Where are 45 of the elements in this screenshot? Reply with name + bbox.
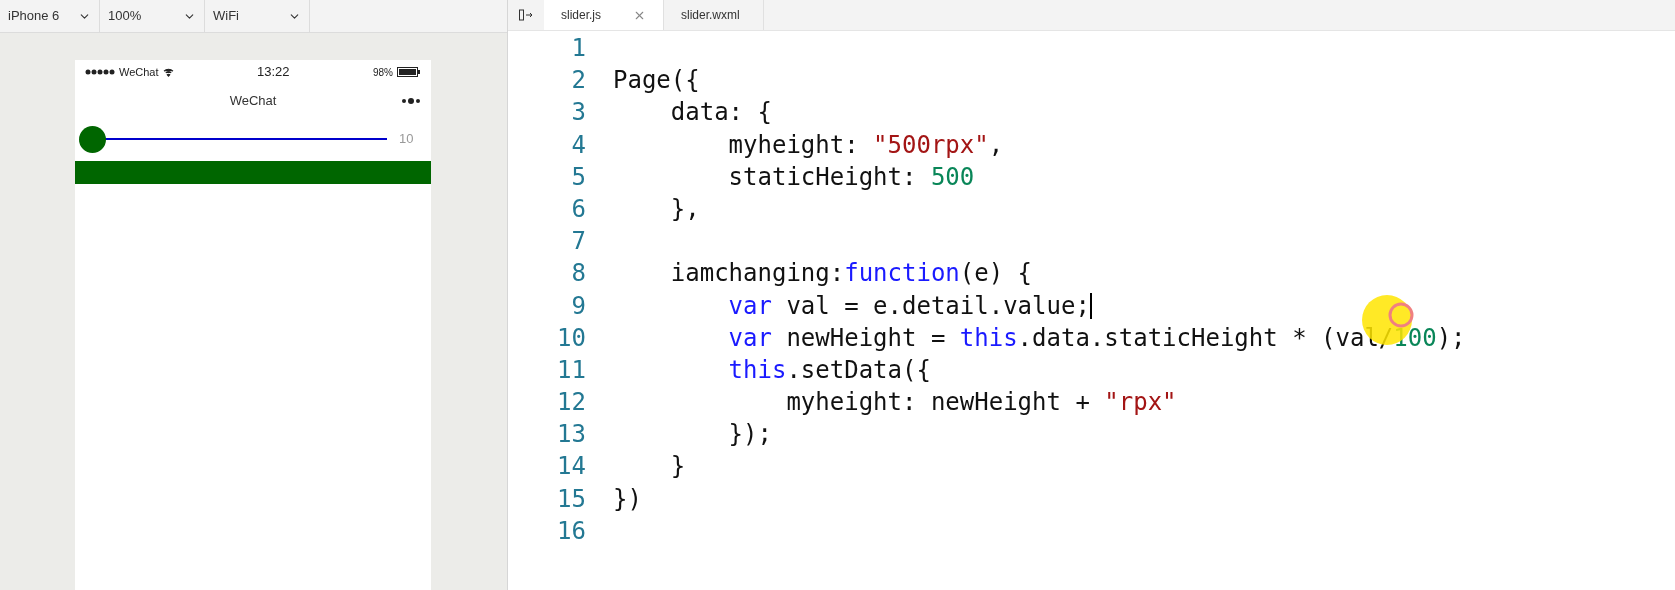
signal-dots-icon [85,69,115,75]
line-number: 8 [570,258,586,290]
dropdown[interactable]: 100% [100,0,205,32]
line-number: 11 [556,354,586,386]
text-caret [1089,292,1092,319]
code-line: myheight: "500rpx", [727,129,1004,161]
code-line: iamchanging:function(e) { [669,258,1033,290]
status-time: 13:22 [257,63,290,82]
code-line: staticHeight: 500 [727,161,975,193]
code-line: var val = e.detail.value; [727,290,1090,322]
code-line: myheight: newHeight + "rpx" [785,387,1177,419]
line-number: 14 [556,451,586,483]
code-line: Page({ [613,65,700,97]
line-number: 2 [570,65,586,97]
carrier-label: WeChat [119,64,159,80]
line-number: 1 [570,33,586,64]
line-number: 6 [570,193,586,225]
slider-thumb[interactable] [79,125,106,153]
dropdown[interactable]: WiFi [205,0,310,32]
line-number: 16 [556,515,586,547]
code-line: }); [727,419,772,451]
line-number: 5 [570,161,586,193]
line-number: 7 [570,226,586,258]
line-number: 9 [570,290,586,322]
line-number: 15 [556,483,586,515]
slider-track[interactable] [79,126,387,152]
battery-percent: 98% [372,65,393,80]
nav-title: WeChat [229,91,277,110]
line-number: 4 [570,129,586,161]
line-number: 3 [570,97,586,129]
line-number: 13 [556,419,586,451]
battery-icon [397,67,421,77]
code-line: this.setData({ [727,354,931,386]
line-number: 12 [556,387,586,419]
wifi-icon [162,67,174,77]
dropdown[interactable]: iPhone 6 [0,0,100,32]
code-line: } [669,451,686,483]
code-line: }, [669,193,700,225]
sidebar-toggle-icon[interactable] [519,9,533,21]
code-line: }) [613,483,642,515]
more-icon[interactable] [401,98,421,104]
line-number: 10 [556,322,586,354]
file-tab[interactable]: slider.js [544,0,664,30]
code-line: data: { [669,97,772,129]
slider-value: 10 [399,130,415,149]
